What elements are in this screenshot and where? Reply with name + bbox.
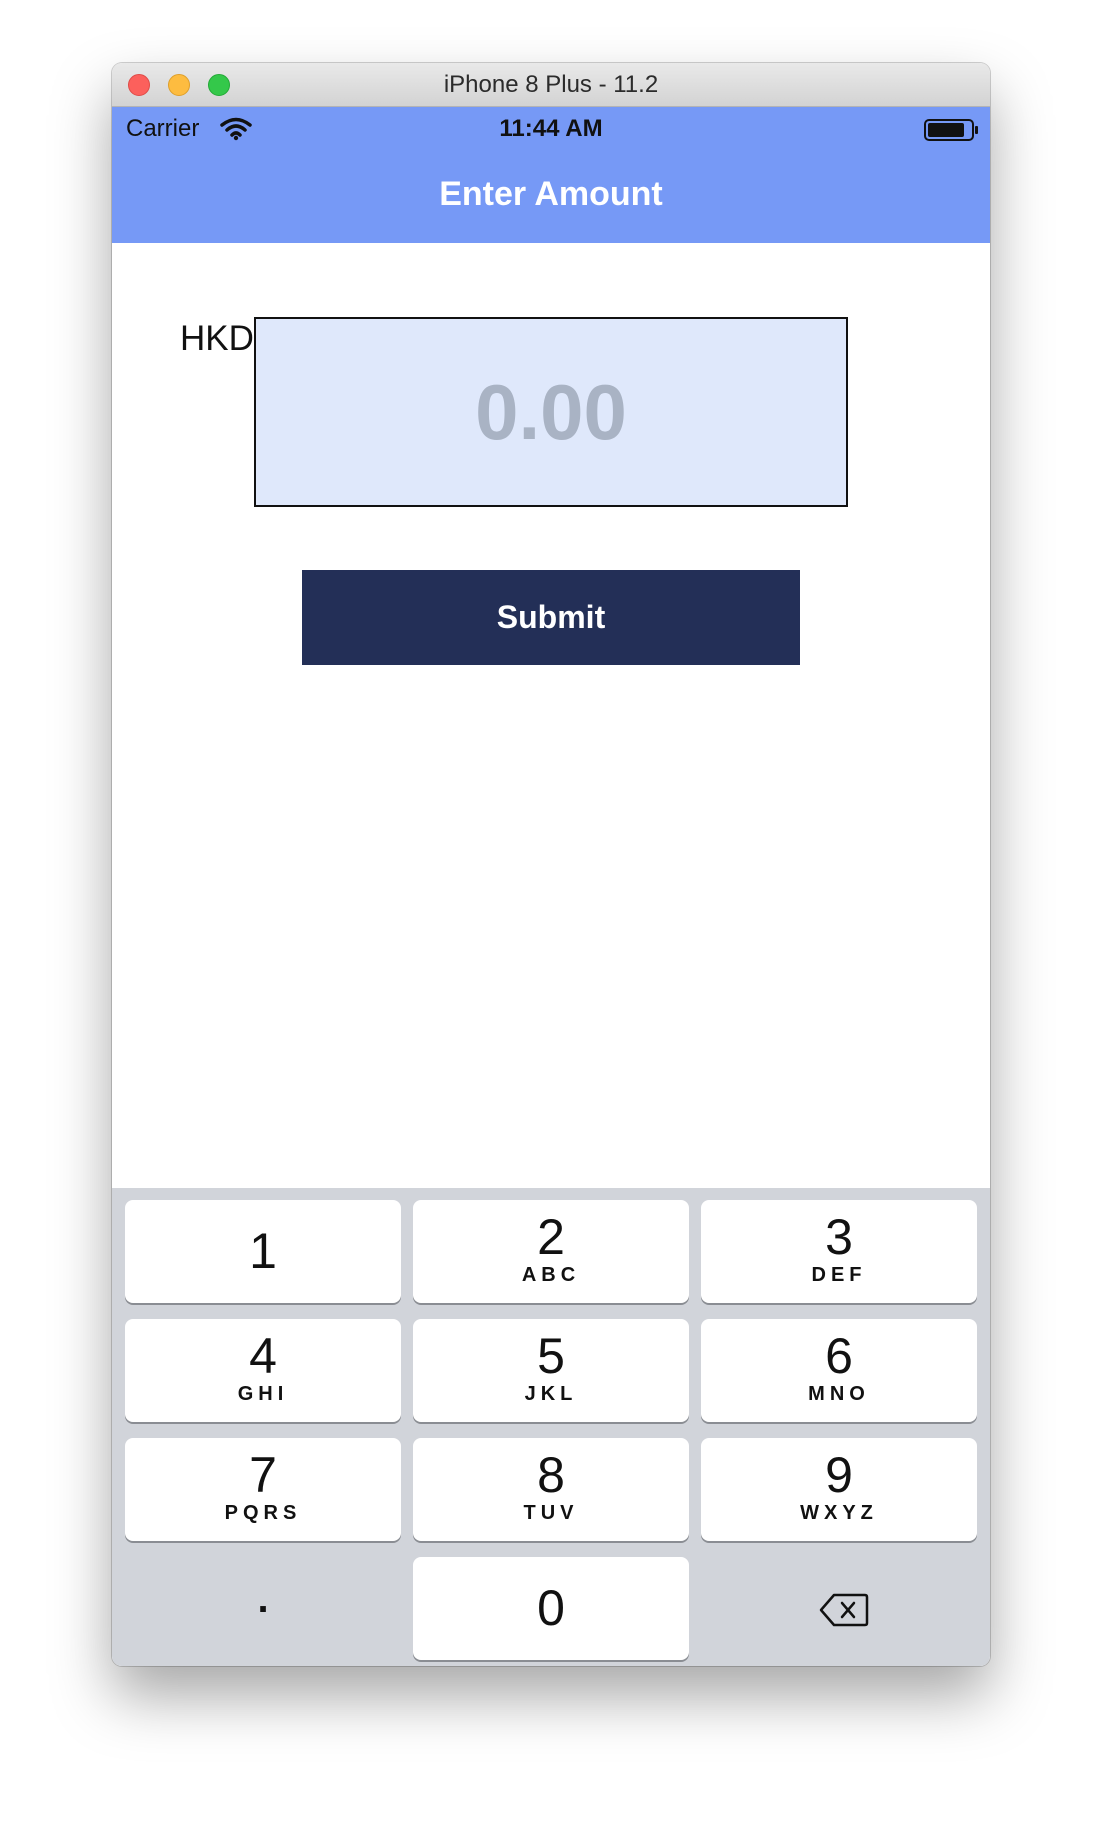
key-letters: WXYZ [800,1502,878,1524]
window-titlebar: iPhone 8 Plus - 11.2 [112,63,990,107]
key-letters: JKL [524,1383,578,1405]
numeric-keypad: 1 2 ABC 3 DEF 4 GHI 5 JKL 6 MNO 7 PQRS 8… [112,1188,990,1666]
key-1[interactable]: 1 [125,1200,401,1303]
key-letters: DEF [811,1264,867,1286]
decimal-point-label: . [257,1577,269,1621]
key-letters: MNO [808,1383,870,1405]
key-9[interactable]: 9 WXYZ [701,1438,977,1541]
submit-button[interactable]: Submit [302,570,800,665]
key-digit: 4 [249,1328,277,1384]
key-digit: 9 [825,1447,853,1503]
status-bar: Carrier 11:44 AM [112,107,990,151]
key-7[interactable]: 7 PQRS [125,1438,401,1541]
key-5[interactable]: 5 JKL [413,1319,689,1422]
currency-label: HKD [180,319,254,358]
key-letters: GHI [237,1383,289,1405]
delete-key[interactable] [701,1557,977,1660]
key-digit: 3 [825,1209,853,1265]
battery-icon [924,119,978,141]
status-time: 11:44 AM [499,115,603,142]
key-6[interactable]: 6 MNO [701,1319,977,1422]
phone-screen: Carrier 11:44 AM Enter Amount HKD 0.00 S… [112,107,990,1666]
key-digit: 8 [537,1447,565,1503]
window-title: iPhone 8 Plus - 11.2 [443,71,659,98]
key-0[interactable]: 0 [413,1557,689,1660]
key-3[interactable]: 3 DEF [701,1200,977,1303]
key-decimal-point[interactable]: . [125,1557,401,1660]
key-4[interactable]: 4 GHI [125,1319,401,1422]
amount-input[interactable]: 0.00 [254,317,848,507]
key-8[interactable]: 8 TUV [413,1438,689,1541]
key-digit: 5 [537,1328,565,1384]
key-letters: PQRS [224,1502,302,1524]
key-letters: TUV [523,1502,579,1524]
key-digit: 1 [249,1223,277,1279]
key-letters: ABC [521,1264,581,1286]
key-digit: 7 [249,1447,277,1503]
key-digit: 0 [537,1580,565,1636]
key-digit: 6 [825,1328,853,1384]
navigation-bar: Carrier 11:44 AM Enter Amount [112,107,990,243]
key-2[interactable]: 2 ABC [413,1200,689,1303]
simulator-window: iPhone 8 Plus - 11.2 Carrier 11:44 AM En… [112,63,990,1666]
backspace-icon [819,1593,869,1627]
page-title: Enter Amount [439,175,663,213]
key-digit: 2 [537,1209,565,1265]
